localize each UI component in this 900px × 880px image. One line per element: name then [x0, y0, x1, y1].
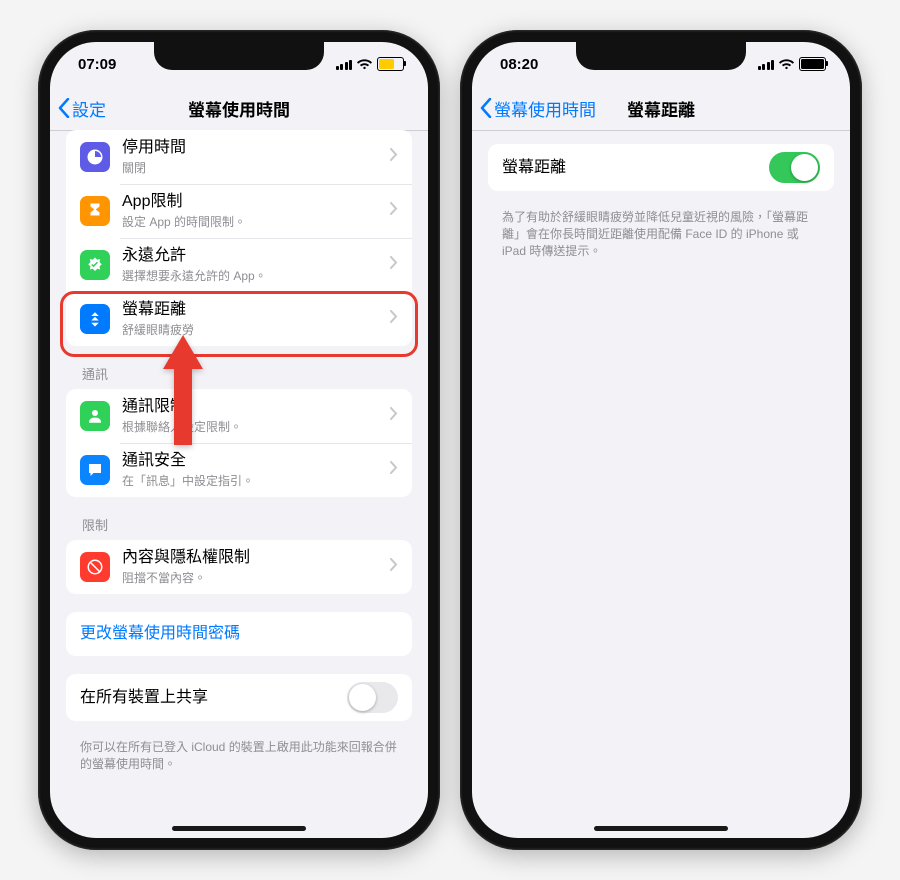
content-sub: 阻擋不當內容。: [122, 569, 384, 586]
group-limits: 停用時間 關閉 App限制 設定 App 的時間限制。: [66, 130, 412, 346]
row-screen-distance[interactable]: 螢幕距離 舒緩眼睛疲勞: [66, 292, 412, 346]
status-time: 08:20: [500, 56, 538, 73]
downtime-icon: [80, 142, 110, 172]
group-share: 在所有裝置上共享: [66, 674, 412, 721]
row-content-restrict[interactable]: 內容與隱私權限制 阻擋不當內容。: [66, 540, 412, 594]
notch: [154, 42, 324, 70]
phone-left: 07:09 設定 螢幕使用時間 停用時間: [38, 30, 440, 850]
downtime-sub: 關閉: [122, 159, 384, 176]
content-right: 螢幕距離 為了有助於舒緩眼睛疲勞並降低兒童近視的風險，「螢幕距離」會在你長時間近…: [472, 130, 850, 838]
phone-right: 08:20 螢幕使用時間 螢幕距離 螢幕距離 為了有助於舒緩眼睛疲勞並降低兒童近…: [460, 30, 862, 850]
back-label: 設定: [72, 96, 106, 121]
content-title: 內容與隱私權限制: [122, 548, 384, 568]
row-app-limit[interactable]: App限制 設定 App 的時間限制。: [66, 184, 412, 238]
row-comm-limit[interactable]: 通訊限制 根據聯絡人設定限制。: [66, 389, 412, 443]
person-icon: [80, 401, 110, 431]
chevron-right-icon: [390, 558, 398, 576]
row-always-allowed[interactable]: 永遠允許 選擇想要永遠允許的 App。: [66, 238, 412, 292]
distance-footer: 為了有助於舒緩眼睛疲勞並降低兒童近視的風險，「螢幕距離」會在你長時間近距離使用配…: [502, 209, 820, 259]
always-title: 永遠允許: [122, 246, 384, 266]
content-left: 停用時間 關閉 App限制 設定 App 的時間限制。: [50, 130, 428, 838]
chevron-left-icon: [480, 98, 492, 118]
home-indicator: [172, 826, 306, 831]
signal-icon: [336, 59, 353, 70]
wifi-icon: [357, 59, 372, 70]
passcode-title: 更改螢幕使用時間密碼: [80, 624, 398, 644]
distance-icon: [80, 304, 110, 334]
group-distance: 螢幕距離: [488, 144, 834, 191]
back-button[interactable]: 設定: [58, 86, 106, 130]
group-restrictions: 內容與隱私權限制 阻擋不當內容。: [66, 540, 412, 594]
nav-bar: 螢幕使用時間 螢幕距離: [472, 86, 850, 131]
notch: [576, 42, 746, 70]
screen-right: 08:20 螢幕使用時間 螢幕距離 螢幕距離 為了有助於舒緩眼睛疲勞並降低兒童近…: [472, 42, 850, 838]
applimit-title: App限制: [122, 192, 384, 212]
commlimit-sub: 根據聯絡人設定限制。: [122, 418, 384, 435]
chevron-right-icon: [390, 407, 398, 425]
checkmark-icon: [80, 250, 110, 280]
commsafe-title: 通訊安全: [122, 451, 384, 471]
share-footer: 你可以在所有已登入 iCloud 的裝置上啟用此功能來回報合併的螢幕使用時間。: [80, 739, 398, 773]
distance-toggle[interactable]: [769, 152, 820, 183]
status-time: 07:09: [78, 56, 116, 73]
battery-icon: [377, 57, 404, 71]
screen-left: 07:09 設定 螢幕使用時間 停用時間: [50, 42, 428, 838]
section-comm-label: 通訊: [82, 364, 396, 383]
row-share-devices[interactable]: 在所有裝置上共享: [66, 674, 412, 721]
group-communication: 通訊限制 根據聯絡人設定限制。 通訊安全 在「訊息」中設定指引。: [66, 389, 412, 497]
chevron-right-icon: [390, 310, 398, 328]
chevron-right-icon: [390, 256, 398, 274]
nav-bar: 設定 螢幕使用時間: [50, 86, 428, 131]
back-label: 螢幕使用時間: [494, 96, 596, 121]
battery-icon: [799, 57, 826, 71]
commlimit-title: 通訊限制: [122, 397, 384, 417]
group-passcode: 更改螢幕使用時間密碼: [66, 612, 412, 656]
home-indicator: [594, 826, 728, 831]
signal-icon: [758, 59, 775, 70]
share-title: 在所有裝置上共享: [80, 688, 347, 708]
chevron-right-icon: [390, 202, 398, 220]
back-button[interactable]: 螢幕使用時間: [480, 86, 596, 130]
chevron-right-icon: [390, 148, 398, 166]
row-distance-toggle[interactable]: 螢幕距離: [488, 144, 834, 191]
chevron-right-icon: [390, 461, 398, 479]
status-right: [758, 57, 827, 71]
always-sub: 選擇想要永遠允許的 App。: [122, 267, 384, 284]
distance-sub: 舒緩眼睛疲勞: [122, 321, 384, 338]
hourglass-icon: [80, 196, 110, 226]
downtime-title: 停用時間: [122, 138, 384, 158]
bubble-icon: [80, 455, 110, 485]
nosign-icon: [80, 552, 110, 582]
applimit-sub: 設定 App 的時間限制。: [122, 213, 384, 230]
row-downtime[interactable]: 停用時間 關閉: [66, 130, 412, 184]
row-change-passcode[interactable]: 更改螢幕使用時間密碼: [66, 612, 412, 656]
share-toggle[interactable]: [347, 682, 398, 713]
section-restrict-label: 限制: [82, 515, 396, 534]
status-right: [336, 57, 405, 71]
nav-title: 螢幕距離: [627, 96, 695, 121]
distance-toggle-title: 螢幕距離: [502, 158, 769, 178]
distance-title: 螢幕距離: [122, 300, 384, 320]
commsafe-sub: 在「訊息」中設定指引。: [122, 472, 384, 489]
row-comm-safety[interactable]: 通訊安全 在「訊息」中設定指引。: [66, 443, 412, 497]
chevron-left-icon: [58, 98, 70, 118]
nav-title: 螢幕使用時間: [188, 96, 290, 121]
wifi-icon: [779, 59, 794, 70]
